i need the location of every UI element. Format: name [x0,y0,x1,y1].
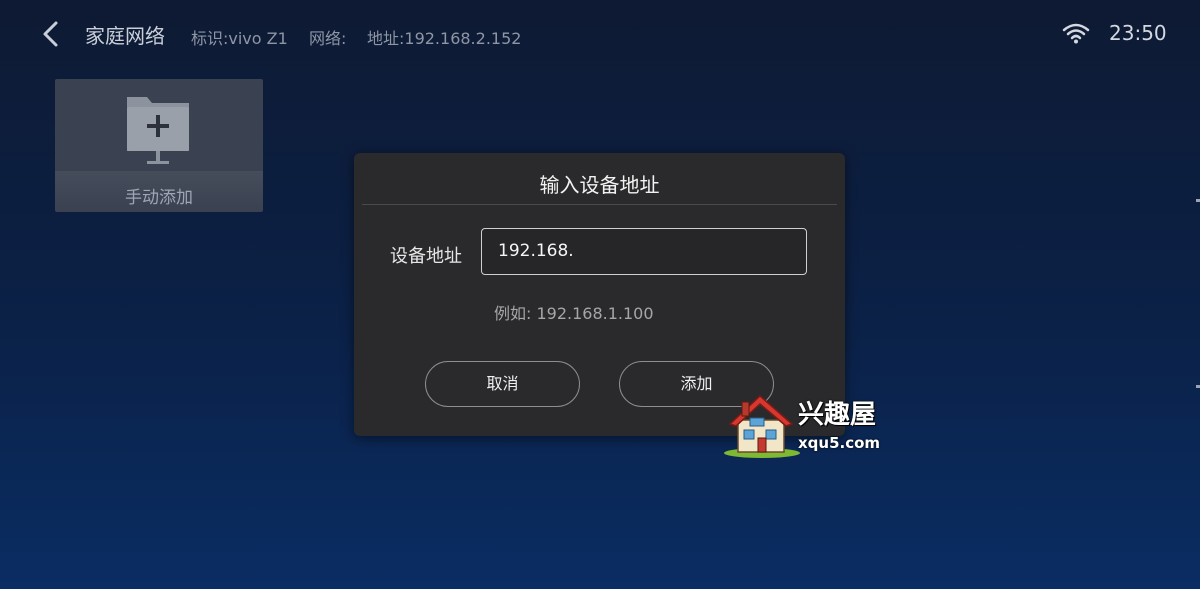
device-identifier: 标识:vivo Z1 [191,29,288,48]
address-input[interactable]: 192.168. [481,228,807,275]
address-field-label: 设备地址 [390,246,462,267]
dialog-divider [362,204,837,205]
scroll-marker [1196,199,1200,202]
site-watermark: 兴趣屋 xqu5.com [720,390,890,460]
wifi-icon [1062,23,1090,44]
address-example-hint: 例如: 192.168.1.100 [494,304,654,323]
page-title: 家庭网络 [85,24,165,48]
network-label: 网络: [309,29,347,48]
chevron-left-icon[interactable] [40,20,62,48]
house-logo-icon [724,394,800,458]
device-address: 地址:192.168.2.152 [367,29,522,48]
top-bar: 家庭网络 标识:vivo Z1 网络: 地址:192.168.2.152 23:… [0,0,1200,70]
cancel-button[interactable]: 取消 [425,361,580,407]
folder-add-icon [127,97,189,164]
watermark-url: xqu5.com [798,434,881,452]
scroll-marker [1196,385,1200,388]
manual-add-tile[interactable]: 手动添加 [55,79,263,212]
status-time: 23:50 [1109,21,1167,45]
tile-label: 手动添加 [125,188,193,208]
watermark-title: 兴趣屋 [798,400,877,430]
dialog-title: 输入设备地址 [539,173,660,197]
